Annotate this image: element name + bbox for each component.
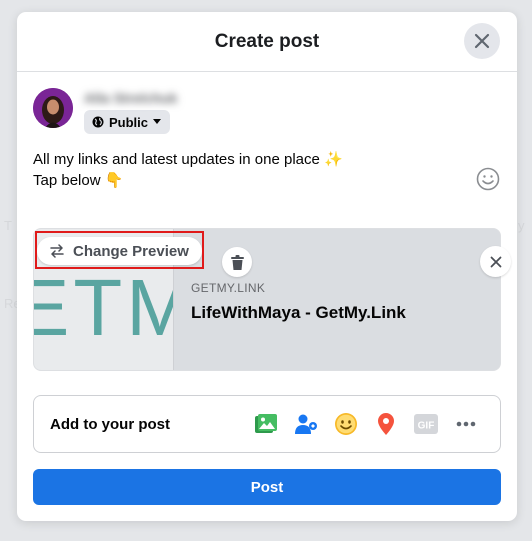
gif-icon: GIF [414,414,438,434]
photo-video-icon [255,414,277,433]
close-dialog-button[interactable] [464,23,500,59]
close-icon [474,33,490,49]
add-to-post-label: Add to your post [50,415,170,433]
trash-icon [230,254,244,270]
post-button[interactable]: Post [33,469,501,505]
backdrop-text: y [518,218,525,233]
dialog-title: Create post [214,30,320,52]
remove-link-preview-button[interactable] [480,246,511,277]
emoji-picker-button[interactable] [476,167,500,196]
feeling-activity-icon [335,413,357,435]
add-to-post-icons: GIF [248,406,484,442]
more-icon [456,421,476,427]
tag-people-icon [295,414,317,434]
gif-button[interactable]: GIF [408,406,444,442]
author-name[interactable]: Alla Strelchuk [84,90,177,106]
check-in-button[interactable] [368,406,404,442]
link-domain: GETMY.LINK [191,281,266,295]
link-preview-image-text: ETM [34,263,174,352]
audience-label: Public [109,114,149,130]
caret-down-icon [153,119,162,124]
feeling-activity-button[interactable] [328,406,364,442]
change-preview-label: Change Preview [73,242,189,260]
photo-video-button[interactable] [248,406,284,442]
svg-text:GIF: GIF [418,421,435,432]
post-text-line: Tap below 👇 [33,172,124,189]
dialog-header: Create post [17,12,517,72]
swap-arrows-icon [50,244,64,258]
smiley-icon [476,167,500,191]
close-icon [490,256,501,267]
create-post-dialog: Create post Alla Strelchuk Public All my… [17,12,517,521]
avatar-image [33,88,73,128]
post-text-line: All my links and latest updates in one p… [33,151,343,168]
tag-people-button[interactable] [288,406,324,442]
more-options-button[interactable] [448,406,484,442]
change-preview-button[interactable]: Change Preview [37,237,202,265]
link-title: LifeWithMaya - GetMy.Link [191,303,406,322]
audience-selector[interactable]: Public [84,110,171,134]
globe-icon [92,116,104,128]
add-to-post-bar: Add to your post GIF [33,395,501,453]
backdrop-text: T [4,218,12,233]
post-text-input[interactable]: All my links and latest updates in one p… [33,149,343,191]
remove-preview-image-button[interactable] [222,247,252,277]
author-row: Alla Strelchuk Public [33,88,177,134]
author-meta: Alla Strelchuk Public [84,88,177,134]
link-preview-info: GETMY.LINK LifeWithMaya - GetMy.Link [191,281,406,323]
check-in-icon [378,413,394,435]
avatar[interactable] [33,88,73,128]
